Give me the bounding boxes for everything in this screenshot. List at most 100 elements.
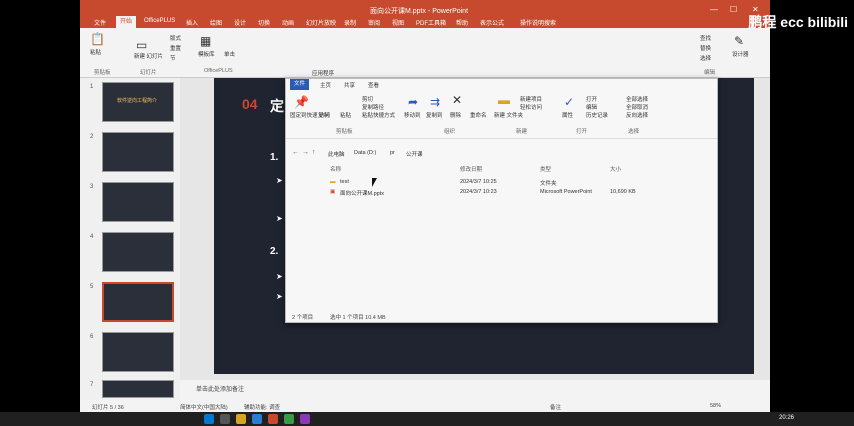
tab-formula[interactable]: 表示公式 — [480, 18, 504, 27]
find-button[interactable]: 查找 — [700, 34, 711, 42]
checkmark-icon[interactable]: ✓ — [564, 95, 574, 109]
tab-home[interactable]: 主页 — [320, 81, 331, 89]
tab-file[interactable]: 文件 — [94, 18, 106, 27]
tab-slideshow[interactable]: 幻灯片放映 — [306, 18, 336, 27]
language-indicator[interactable]: 简体中文(中国大陆) — [180, 403, 228, 411]
move-to-icon[interactable]: ➦ — [408, 95, 418, 109]
search-icon[interactable] — [220, 414, 230, 424]
breadcrumb-item[interactable]: 公开课 — [406, 150, 423, 158]
paste-button[interactable]: 粘贴 — [340, 111, 351, 119]
cut-button[interactable]: 剪切 — [362, 95, 373, 103]
back-icon[interactable]: ← — [292, 149, 299, 156]
template-icon[interactable]: ▦ — [200, 34, 211, 48]
column-size[interactable]: 大小 — [610, 165, 621, 173]
file-row[interactable]: ▬ test 2024/3/7 10:25 文件夹 — [286, 179, 717, 189]
minimize-button[interactable]: — — [710, 5, 718, 14]
designer-icon[interactable]: ✎ — [734, 34, 744, 48]
select-none-button[interactable]: 全部取消 — [626, 103, 648, 111]
tab-help[interactable]: 帮助 — [456, 18, 468, 27]
notes-toggle[interactable]: 备注 — [550, 403, 561, 411]
slide-thumbnail-selected[interactable] — [102, 282, 174, 322]
paste-shortcut-button[interactable]: 粘贴快捷方式 — [362, 111, 395, 119]
reset-button[interactable]: 重置 — [170, 44, 181, 52]
new-folder-icon[interactable]: ▬ — [498, 93, 510, 107]
file-row[interactable]: ▣ 面向公开课M.pptx 2024/3/7 10:23 Microsoft P… — [286, 189, 717, 199]
tab-pdf[interactable]: PDF工具箱 — [416, 18, 446, 27]
slide-thumbnail[interactable] — [102, 232, 174, 272]
forward-icon[interactable]: → — [302, 149, 309, 156]
copy-path-button[interactable]: 复制路径 — [362, 103, 384, 111]
context-tab[interactable]: 应用程序 — [312, 69, 334, 77]
tab-design[interactable]: 设计 — [234, 18, 246, 27]
slide-thumbnail[interactable] — [102, 182, 174, 222]
template-button[interactable]: 模板库 — [198, 50, 215, 58]
clock[interactable]: 20:26 — [779, 415, 794, 421]
slide-thumbnail[interactable] — [102, 132, 174, 172]
layout-button[interactable]: 版式 — [170, 34, 181, 42]
new-slide-icon[interactable]: ▭ — [136, 38, 147, 52]
paste-icon[interactable]: 📋 — [90, 32, 105, 46]
tab-transitions[interactable]: 切换 — [258, 18, 270, 27]
tab-draw[interactable]: 绘图 — [210, 18, 222, 27]
breadcrumb-item[interactable]: 此电脑 — [328, 150, 345, 158]
slide-item-1[interactable]: 1. — [270, 152, 278, 163]
breadcrumb-item[interactable]: Data (D:) — [354, 150, 376, 156]
tab-view[interactable]: 视图 — [392, 18, 404, 27]
edit-button[interactable]: 编辑 — [586, 103, 597, 111]
file-explorer-icon[interactable] — [236, 414, 246, 424]
replace-button[interactable]: 替换 — [700, 44, 711, 52]
start-icon[interactable] — [204, 414, 214, 424]
slide-thumbnail[interactable]: 软件逆向工程简介 — [102, 82, 174, 122]
slide-thumbnail[interactable] — [102, 332, 174, 372]
slide-title[interactable]: 定 — [270, 96, 284, 116]
move-to-button[interactable]: 移动到 — [404, 111, 421, 119]
edge-icon[interactable] — [252, 414, 262, 424]
column-name[interactable]: 名称 — [330, 165, 341, 173]
address-bar[interactable]: ← → ↑ 此电脑 Data (D:) pr 公开课 — [286, 147, 717, 161]
column-type[interactable]: 类型 — [540, 165, 551, 173]
new-slide-button[interactable]: 新建 幻灯片 — [134, 52, 163, 60]
tab-tell-me[interactable]: 操作说明搜索 — [520, 18, 556, 27]
slide-thumbnail[interactable] — [102, 380, 174, 398]
pin-icon[interactable]: 📌 — [294, 95, 309, 109]
tab-animations[interactable]: 动画 — [282, 18, 294, 27]
easy-access-button[interactable]: 轻松访问 — [520, 103, 542, 111]
tab-record[interactable]: 录制 — [344, 18, 356, 27]
single-button[interactable]: 单击 — [224, 50, 235, 58]
tab-home[interactable]: 开始 — [116, 16, 137, 28]
tab-review[interactable]: 审阅 — [368, 18, 380, 27]
tab-insert[interactable]: 插入 — [186, 18, 198, 27]
copy-to-icon[interactable]: ⇉ — [430, 95, 440, 109]
tab-officeplus[interactable]: OfficePLUS — [144, 18, 175, 24]
breadcrumb-item[interactable]: pr — [390, 150, 395, 156]
select-all-button[interactable]: 全部选择 — [626, 95, 648, 103]
tab-view[interactable]: 查看 — [368, 81, 379, 89]
designer-button[interactable]: 设计器 — [732, 50, 749, 58]
slide-item-2[interactable]: 2. — [270, 246, 278, 257]
slide-thumbnail-panel[interactable]: 1 软件逆向工程简介 2 3 4 5 6 7 — [80, 78, 180, 400]
accessibility-indicator[interactable]: 辅助功能: 调查 — [244, 403, 280, 411]
zoom-level[interactable]: 58% — [710, 403, 721, 409]
copy-button[interactable]: 复制 — [318, 111, 329, 119]
tab-share[interactable]: 共享 — [344, 81, 355, 89]
new-folder-button[interactable]: 新建 文件夹 — [494, 111, 523, 119]
history-button[interactable]: 历史记录 — [586, 111, 608, 119]
app-icon[interactable] — [284, 414, 294, 424]
maximize-button[interactable]: ☐ — [730, 5, 737, 14]
new-item-button[interactable]: 新建项目 — [520, 95, 542, 103]
powerpoint-icon[interactable] — [268, 414, 278, 424]
copy-to-button[interactable]: 复制到 — [426, 111, 443, 119]
open-button[interactable]: 打开 — [586, 95, 597, 103]
delete-button[interactable]: 删除 — [450, 111, 461, 119]
rename-button[interactable]: 重命名 — [470, 111, 487, 119]
invert-selection-button[interactable]: 反向选择 — [626, 111, 648, 119]
app-icon[interactable] — [300, 414, 310, 424]
paste-button[interactable]: 粘贴 — [90, 48, 101, 56]
section-button[interactable]: 节 — [170, 54, 176, 62]
delete-icon[interactable]: ✕ — [452, 93, 462, 107]
properties-button[interactable]: 属性 — [562, 111, 573, 119]
up-icon[interactable]: ↑ — [312, 149, 316, 156]
column-date[interactable]: 修改日期 — [460, 165, 482, 173]
notes-pane[interactable]: 单击此处添加备注 — [180, 380, 770, 400]
select-button[interactable]: 选择 — [700, 54, 711, 62]
